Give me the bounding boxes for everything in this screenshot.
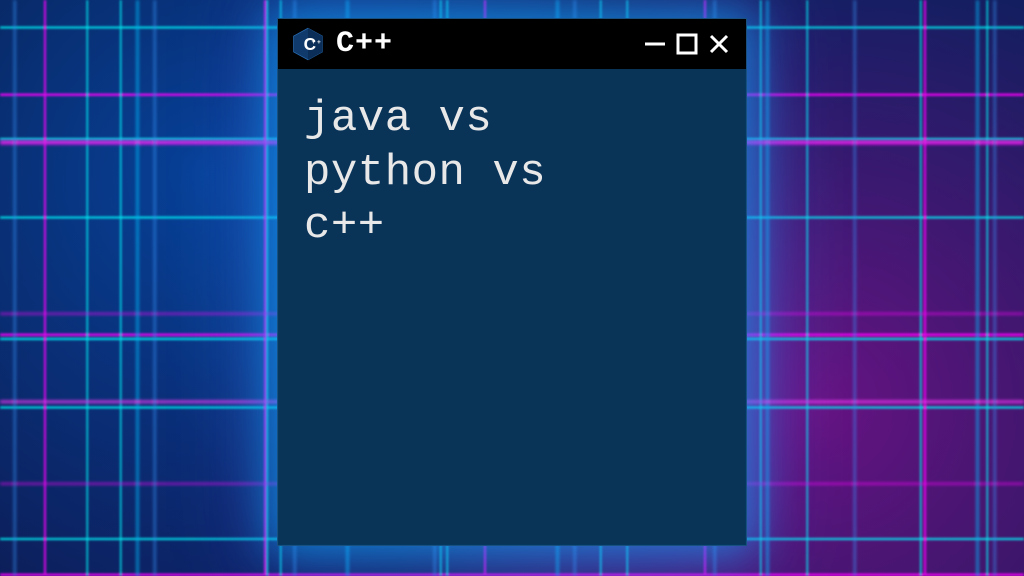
svg-text:+: +: [317, 39, 321, 46]
cpp-icon: C + +: [290, 26, 326, 62]
terminal-content: java vs python vs c++: [278, 69, 746, 278]
content-line-2: python vs: [304, 147, 720, 201]
minimize-button[interactable]: [642, 31, 668, 57]
window-title: C++: [336, 27, 632, 61]
content-line-3: c++: [304, 200, 720, 254]
svg-text:+: +: [312, 39, 316, 46]
content-line-1: java vs: [304, 93, 720, 147]
window-controls: [642, 31, 732, 57]
titlebar[interactable]: C + + C++: [278, 19, 746, 69]
terminal-window: C + + C++ java vs python vs c++: [277, 18, 747, 546]
close-button[interactable]: [706, 31, 732, 57]
maximize-button[interactable]: [674, 31, 700, 57]
